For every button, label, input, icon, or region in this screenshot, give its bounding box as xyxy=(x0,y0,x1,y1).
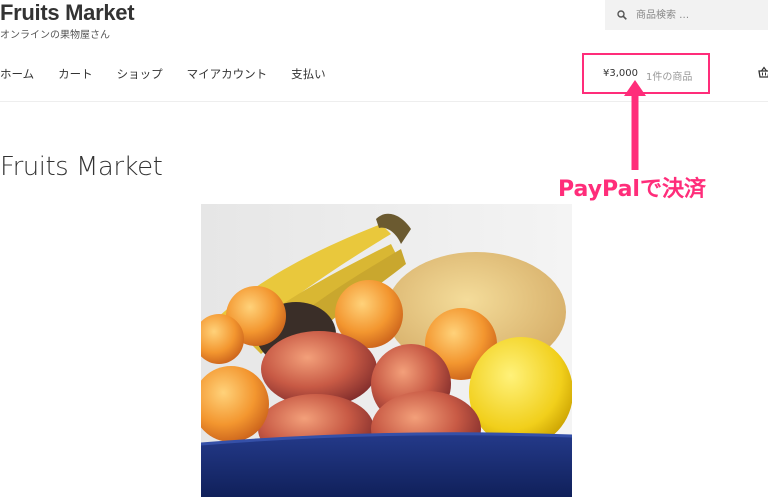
site-title[interactable]: Fruits Market xyxy=(0,0,135,26)
site-tagline: オンラインの果物屋さん xyxy=(0,30,110,41)
page-title: Fruits Market xyxy=(0,152,163,182)
hero-image xyxy=(201,204,572,497)
search-input[interactable] xyxy=(634,8,758,22)
nav-item-home[interactable]: ホーム xyxy=(0,66,34,81)
annotation-arrow-icon xyxy=(624,80,646,170)
search-icon xyxy=(617,10,627,20)
primary-nav: ホーム カート ショップ マイアカウント 支払い xyxy=(0,66,350,81)
header-divider xyxy=(0,101,768,102)
search-box[interactable] xyxy=(605,0,768,30)
nav-item-my-account[interactable]: マイアカウント xyxy=(187,66,268,81)
fruit-bowl-image xyxy=(201,204,572,497)
nav-item-checkout[interactable]: 支払い xyxy=(291,66,326,81)
basket-icon[interactable] xyxy=(758,66,768,78)
nav-item-shop[interactable]: ショップ xyxy=(117,66,163,81)
annotation-label: PayPalで決済 xyxy=(558,177,706,202)
nav-item-cart[interactable]: カート xyxy=(58,66,93,81)
